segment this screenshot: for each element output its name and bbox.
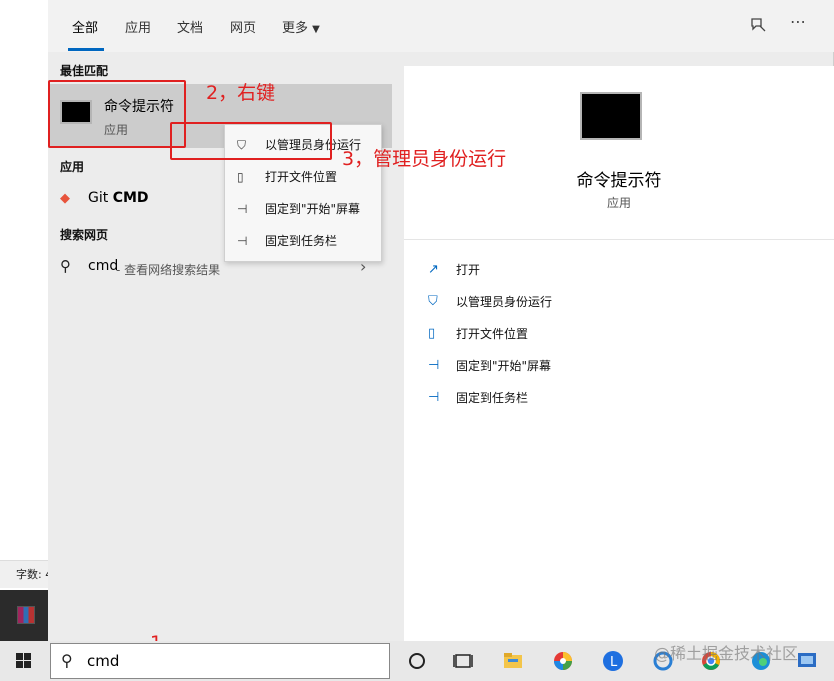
tab-apps[interactable]: 应用 [125,17,151,36]
taskbar-search-box[interactable]: ⚲ [50,643,390,679]
annotation-step-3: 3，管理员身份运行 [342,148,507,170]
app-monitor-icon[interactable] [796,650,818,672]
windows-logo-icon [16,653,31,668]
cortana-icon[interactable] [406,650,428,672]
app-item-label: Git CMD [88,190,149,206]
tab-more[interactable]: 更多 ▼ [282,17,320,36]
pin-icon: ⊣ [237,202,248,216]
annotation-box-run-as-admin [170,122,332,160]
context-pin-to-taskbar[interactable]: ⊣ 固定到任务栏 [225,225,381,257]
active-tab-indicator [68,48,104,51]
file-icon: ▯ [237,170,244,184]
context-item-label: 固定到任务栏 [265,234,338,248]
search-input[interactable] [87,650,287,672]
taskbar-pinned-app[interactable] [0,590,48,641]
app-color-wheel-icon[interactable] [552,650,574,672]
desktop-background [0,0,48,641]
winrar-icon [17,606,35,624]
file-explorer-icon[interactable] [502,650,524,672]
open-icon: ↗ [428,262,439,277]
command-prompt-large-icon [580,92,642,140]
context-item-label: 固定到"开始"屏幕 [265,202,361,216]
context-pin-to-start[interactable]: ⊣ 固定到"开始"屏幕 [225,193,381,225]
word-count-status: 字数: 4 [0,560,48,588]
tab-documents[interactable]: 文档 [177,17,203,36]
file-icon: ▯ [428,326,436,341]
tab-more-label: 更多 [282,21,309,36]
section-apps: 应用 [60,160,85,174]
web-search-query: cmd [88,258,119,274]
app-item-prefix: Git [88,190,113,206]
pin-icon: ⊣ [237,234,248,248]
start-button[interactable] [0,641,48,681]
tab-all[interactable]: 全部 [72,17,98,36]
divider [404,239,834,240]
shield-icon: ⛉ [428,294,438,309]
search-icon: ⚲ [61,651,73,670]
action-label: 以管理员身份运行 [456,295,553,309]
web-search-suffix: - 查看网络搜索结果 [116,263,221,277]
search-filter-bar: 全部 应用 文档 网页 更多 ▼ ⋯ [48,0,834,52]
action-label: 打开文件位置 [456,327,529,341]
watermark: @稀土掘金技术社区 [654,644,799,663]
pin-icon: ⊣ [428,390,440,405]
detail-subtitle: 应用 [606,196,631,210]
action-label: 固定到任务栏 [456,391,529,405]
action-label: 固定到"开始"屏幕 [456,359,552,373]
app-item-bold: CMD [112,190,149,206]
section-search-web: 搜索网页 [60,228,109,242]
task-view-icon[interactable] [452,650,474,672]
section-best-match: 最佳匹配 [60,64,109,78]
svg-text:L: L [610,655,618,670]
more-options-icon[interactable]: ⋯ [790,12,806,31]
git-icon: ◆ [60,191,70,206]
annotation-step-2: 2，右键 [206,82,276,104]
action-label: 打开 [456,263,481,277]
search-icon: ⚲ [60,257,71,275]
feedback-icon[interactable] [749,16,767,34]
app-l-icon[interactable]: L [602,650,624,672]
tab-web[interactable]: 网页 [230,17,256,36]
annotation-box-best-match [48,80,186,148]
chevron-down-icon: ▼ [312,24,320,35]
context-item-label: 打开文件位置 [265,170,338,184]
pin-icon: ⊣ [428,358,440,373]
